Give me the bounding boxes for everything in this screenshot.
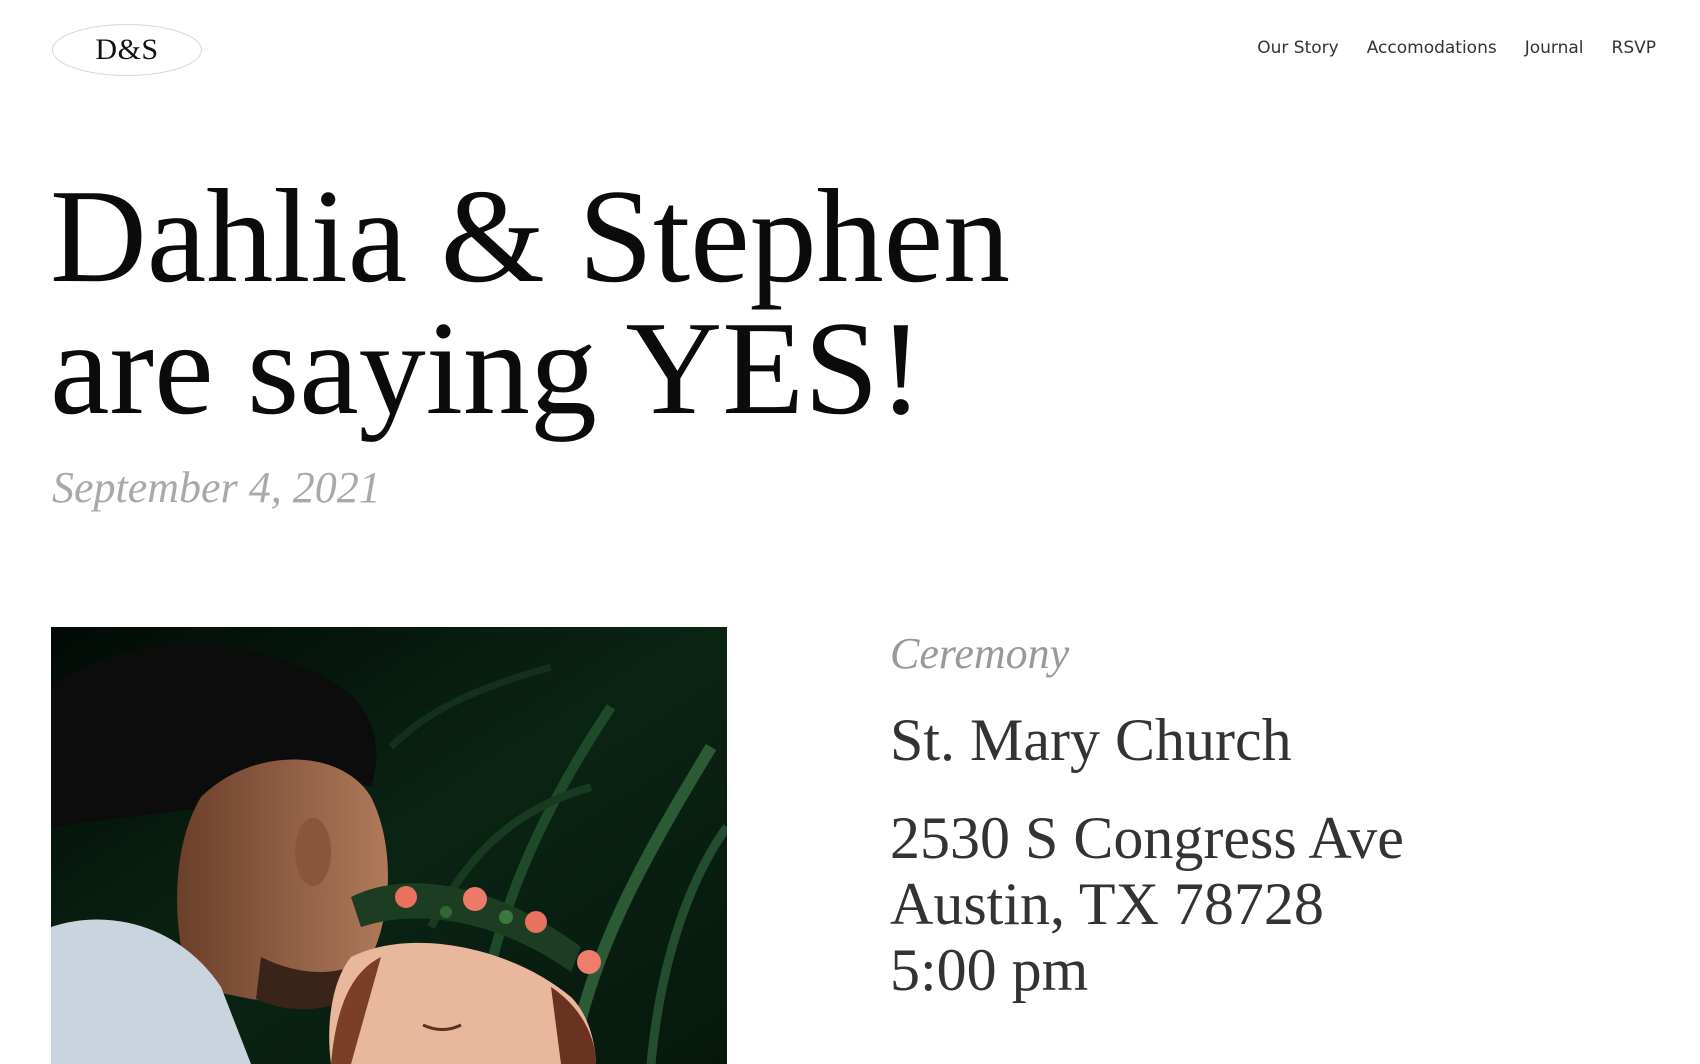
- hero-title-line-1: Dahlia & Stephen: [50, 162, 1011, 310]
- couple-photo: [51, 627, 727, 1064]
- venue-name: St. Mary Church: [890, 707, 1292, 773]
- hero-title-line-2: are saying YES!: [50, 294, 924, 442]
- ceremony-label: Ceremony: [890, 629, 1070, 678]
- ceremony-time: 5:00 pm: [890, 937, 1089, 1003]
- nav-item-our-story[interactable]: Our Story: [1257, 38, 1338, 58]
- venue-address: 2530 S Congress Ave Austin, TX 78728 5:0…: [890, 805, 1404, 1003]
- nav-item-accomodations[interactable]: Accomodations: [1367, 38, 1497, 58]
- main-nav: Our Story Accomodations Journal RSVP: [1257, 38, 1656, 58]
- hero-title: Dahlia & Stephen are saying YES!: [50, 162, 1011, 442]
- site-logo[interactable]: D&S: [52, 24, 202, 76]
- nav-item-rsvp[interactable]: RSVP: [1612, 38, 1656, 58]
- address-line-1: 2530 S Congress Ave: [890, 805, 1404, 871]
- wedding-date: September 4, 2021: [52, 463, 381, 512]
- nav-item-journal[interactable]: Journal: [1525, 38, 1584, 58]
- address-line-2: Austin, TX 78728: [890, 871, 1324, 937]
